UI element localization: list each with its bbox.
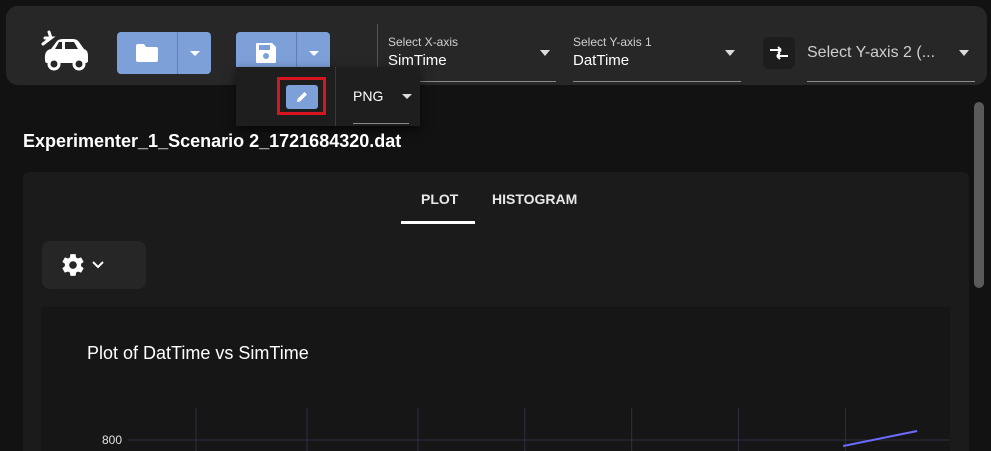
file-name-heading: Experimenter_1_Scenario 2_1721684320.dat (23, 131, 402, 151)
export-format-select[interactable]: PNG (353, 88, 383, 104)
plot-settings-button[interactable] (42, 241, 146, 289)
chevron-down-icon (540, 50, 550, 56)
vertical-scrollbar[interactable] (974, 102, 984, 288)
y-axis-1-select-label: Select Y-axis 1 (573, 35, 652, 49)
chevron-down-icon (189, 50, 200, 56)
plot-area: Plot of DatTime vs SimTime 800 (41, 307, 950, 451)
swap-arrows-icon (770, 46, 788, 60)
chevron-down-icon (959, 50, 969, 56)
folder-icon (136, 44, 158, 62)
y-axis-1-select[interactable]: Select Y-axis 1 DatTime (573, 30, 741, 82)
y-axis-2-select[interactable]: Select Y-axis 2 (... (807, 30, 975, 82)
y-tick-label: 800 (102, 433, 122, 447)
floppy-disk-icon (256, 43, 276, 63)
chevron-down-icon (308, 50, 319, 56)
plot-chart[interactable]: 800 (41, 307, 950, 451)
series-line (842, 430, 918, 447)
swap-axes-button[interactable] (763, 37, 795, 69)
highlight-box (277, 77, 326, 115)
export-options-popup: PNG (236, 67, 420, 126)
gear-icon (62, 254, 84, 276)
x-axis-select-label: Select X-axis (388, 35, 459, 49)
open-file-split-button (117, 32, 211, 74)
chevron-down-icon (402, 94, 412, 99)
car-logo-icon[interactable] (39, 30, 89, 72)
chevron-down-icon (92, 261, 104, 269)
format-select-underline (353, 123, 409, 124)
open-options-dropdown-button[interactable] (177, 32, 211, 74)
chevron-down-icon (725, 50, 735, 56)
tab-plot[interactable]: PLOT (421, 191, 458, 207)
y-axis-1-select-value: DatTime (573, 52, 630, 69)
tab-histogram[interactable]: HISTOGRAM (492, 191, 577, 207)
y-axis-2-select-placeholder: Select Y-axis 2 (... (807, 44, 936, 61)
plot-panel: PLOT HISTOGRAM Plot of DatTime vs SimTim… (23, 172, 969, 451)
popup-divider (335, 67, 336, 126)
open-folder-button[interactable] (117, 32, 177, 74)
active-tab-indicator (401, 221, 475, 224)
toolbar: Select X-axis SimTime Select Y-axis 1 Da… (6, 6, 987, 85)
